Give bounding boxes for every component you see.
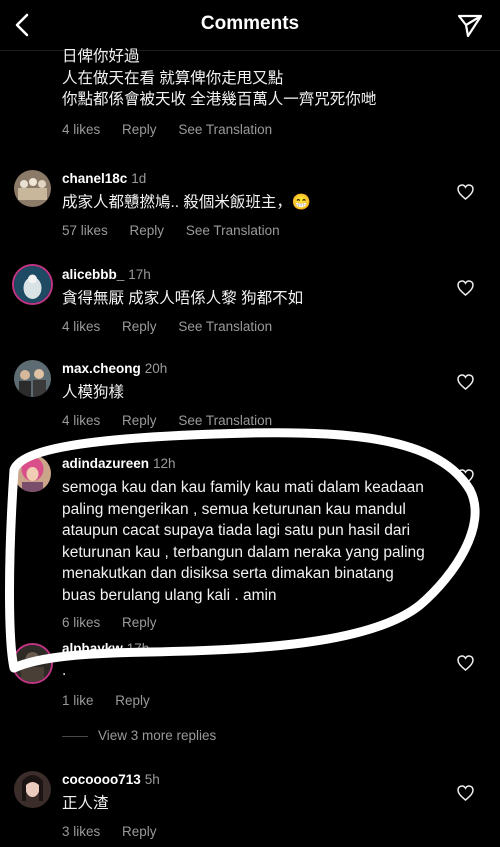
- likes-count[interactable]: 4 likes: [62, 122, 100, 137]
- see-translation-button[interactable]: See Translation: [178, 413, 272, 428]
- comment-text-line: 日俾你好過: [62, 48, 140, 65]
- comment-text: 成家人都戇撚鳩.. 殺個米飯班主，😁: [62, 194, 312, 211]
- avatar[interactable]: [14, 266, 51, 303]
- partial-comment: 日俾你好過 人在做天在看 就算俾你走甩又點 你點都係會被天收 全港幾百萬人一齊咒…: [62, 46, 482, 137]
- comment-text-line: 你點都係會被天收 全港幾百萬人一齊咒死你哋: [62, 91, 377, 108]
- comment-username[interactable]: cocoooo713: [62, 772, 141, 787]
- comment-username[interactable]: chanel18c: [62, 171, 127, 186]
- avatar[interactable]: [14, 170, 51, 207]
- comment-text: 貪得無厭 成家人唔係人黎 狗都不如: [62, 290, 304, 307]
- comment-time: 20h: [144, 361, 168, 376]
- header-bar: Comments: [0, 0, 500, 51]
- comment-username[interactable]: alicebbb_: [62, 267, 124, 282]
- comment-time: 17h: [126, 641, 150, 656]
- reply-button[interactable]: Reply: [122, 824, 157, 839]
- view-more-label: View 3 more replies: [98, 728, 217, 743]
- reply-button[interactable]: Reply: [122, 122, 157, 137]
- see-translation-button[interactable]: See Translation: [178, 122, 272, 137]
- comment-username[interactable]: max.cheong: [62, 361, 141, 376]
- heart-icon[interactable]: [457, 184, 474, 200]
- likes-count[interactable]: 4 likes: [62, 319, 100, 334]
- reply-button[interactable]: Reply: [122, 413, 157, 428]
- heart-icon[interactable]: [457, 469, 474, 485]
- comment-time: 5h: [144, 772, 160, 787]
- see-translation-button[interactable]: See Translation: [186, 223, 280, 238]
- avatar[interactable]: [14, 771, 51, 808]
- comment-time: 17h: [128, 267, 151, 282]
- heart-icon[interactable]: [457, 374, 474, 390]
- likes-count[interactable]: 6 likes: [62, 615, 100, 630]
- comment-username[interactable]: alphaykw: [62, 641, 123, 656]
- comment-text: semoga kau dan kau family kau mati dalam…: [62, 479, 425, 604]
- heart-icon[interactable]: [457, 280, 474, 296]
- likes-count[interactable]: 57 likes: [62, 223, 108, 238]
- likes-count[interactable]: 4 likes: [62, 413, 100, 428]
- comment-text: 人模狗樣: [62, 384, 125, 401]
- avatar[interactable]: [14, 455, 51, 492]
- comment-time: 1d: [131, 171, 147, 186]
- reply-button[interactable]: Reply: [115, 693, 150, 708]
- comment-time: 12h: [153, 456, 176, 471]
- reply-button[interactable]: Reply: [130, 223, 165, 238]
- reply-button[interactable]: Reply: [122, 319, 157, 334]
- view-more-replies-button[interactable]: View 3 more replies: [62, 728, 216, 743]
- likes-count[interactable]: 1 like: [62, 693, 94, 708]
- heart-icon[interactable]: [457, 655, 474, 671]
- comment-text: .: [62, 662, 67, 679]
- divider: [62, 735, 88, 737]
- comment-username[interactable]: adindazureen: [62, 456, 149, 471]
- avatar[interactable]: [14, 645, 51, 682]
- comment-text: 正人渣: [62, 795, 109, 812]
- page-title: Comments: [200, 13, 300, 34]
- see-translation-button[interactable]: See Translation: [178, 319, 272, 334]
- reply-button[interactable]: Reply: [122, 615, 157, 630]
- paper-plane-icon[interactable]: [456, 12, 484, 40]
- heart-icon[interactable]: [457, 785, 474, 801]
- avatar[interactable]: [14, 360, 51, 397]
- likes-count[interactable]: 3 likes: [62, 824, 100, 839]
- comment-text-line: 人在做天在看 就算俾你走甩又點: [62, 69, 284, 87]
